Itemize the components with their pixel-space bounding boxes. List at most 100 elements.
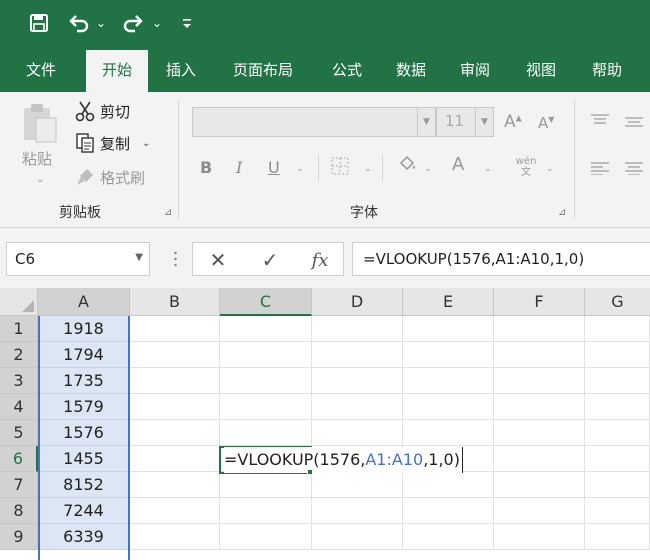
align-center-icon[interactable] (624, 160, 644, 179)
cell[interactable] (403, 524, 494, 550)
cell[interactable] (585, 342, 650, 368)
cell[interactable] (312, 498, 403, 524)
cell[interactable] (585, 368, 650, 394)
cell[interactable] (403, 394, 494, 420)
tab-formulas[interactable]: 公式 (316, 48, 378, 92)
cell[interactable] (403, 342, 494, 368)
copy-button[interactable]: 复制 ⌄ (74, 132, 150, 154)
row-header[interactable]: 7 (0, 472, 38, 498)
cell[interactable] (220, 316, 312, 342)
cell[interactable] (494, 316, 585, 342)
cell[interactable] (312, 524, 403, 550)
align-middle-icon[interactable] (624, 114, 644, 133)
select-all-button[interactable] (0, 288, 38, 316)
tab-insert[interactable]: 插入 (150, 48, 212, 92)
cell[interactable] (403, 368, 494, 394)
cell[interactable] (494, 342, 585, 368)
cell[interactable] (130, 472, 220, 498)
cell[interactable] (585, 316, 650, 342)
cell[interactable] (130, 420, 220, 446)
cell-a-value[interactable]: 1794 (38, 342, 130, 368)
cell-editor[interactable]: =VLOOKUP(1576,A1:A10,1,0) (224, 447, 463, 473)
redo-icon[interactable] (120, 8, 146, 38)
align-top-icon[interactable] (590, 112, 610, 131)
cell[interactable] (312, 342, 403, 368)
cell[interactable] (403, 472, 494, 498)
cell[interactable] (312, 472, 403, 498)
cell[interactable] (220, 368, 312, 394)
fill-color-dropdown-icon[interactable]: ⌄ (424, 164, 432, 174)
cell-a-value[interactable]: 1579 (38, 394, 130, 420)
cell-a-value[interactable]: 1576 (38, 420, 130, 446)
row-header[interactable]: 5 (0, 420, 38, 446)
row-header[interactable]: 9 (0, 524, 38, 550)
undo-icon[interactable] (66, 8, 92, 38)
row-header[interactable]: 8 (0, 498, 38, 524)
font-size-combo[interactable]: 11 ▼ (436, 107, 494, 137)
cell[interactable] (585, 472, 650, 498)
redo-dropdown-icon[interactable]: ⌄ (150, 8, 164, 38)
cell[interactable] (585, 498, 650, 524)
row-header[interactable]: 1 (0, 316, 38, 342)
italic-button[interactable]: I (236, 158, 242, 177)
cell[interactable] (130, 394, 220, 420)
tab-file[interactable]: 文件 (10, 48, 72, 92)
cell[interactable] (220, 524, 312, 550)
paste-icon[interactable] (20, 102, 60, 150)
font-name-dropdown-icon[interactable]: ▼ (417, 108, 435, 136)
column-header-g[interactable]: G (585, 288, 650, 316)
paste-label[interactable]: 粘贴 (22, 148, 52, 169)
cell[interactable] (494, 368, 585, 394)
cell[interactable] (494, 472, 585, 498)
tab-view[interactable]: 视图 (510, 48, 572, 92)
phonetic-guide-button[interactable]: wén 文 (514, 156, 538, 178)
cell[interactable] (494, 498, 585, 524)
cell-a-value[interactable]: 7244 (38, 498, 130, 524)
name-box-dropdown-icon[interactable]: ▼ (135, 252, 143, 263)
fill-color-icon[interactable] (396, 154, 418, 180)
cell[interactable] (312, 368, 403, 394)
cell[interactable] (130, 342, 220, 368)
column-header-c[interactable]: C (220, 288, 312, 316)
row-header[interactable]: 4 (0, 394, 38, 420)
name-box[interactable]: C6 ▼ (6, 242, 150, 276)
clipboard-launcher-icon[interactable]: ⊿ (164, 207, 172, 218)
row-header[interactable]: 6 (0, 446, 38, 472)
bold-button[interactable]: B (200, 158, 212, 177)
font-launcher-icon[interactable]: ⊿ (558, 207, 566, 218)
cell[interactable] (220, 342, 312, 368)
column-header-b[interactable]: B (130, 288, 220, 316)
cell-a-value[interactable]: 1918 (38, 316, 130, 342)
customize-icon[interactable] (178, 8, 196, 38)
cell[interactable] (403, 316, 494, 342)
cell[interactable] (130, 498, 220, 524)
cell[interactable] (312, 420, 403, 446)
font-size-dropdown-icon[interactable]: ▼ (475, 108, 493, 136)
cell[interactable] (585, 524, 650, 550)
enter-button[interactable]: ✓ (255, 247, 285, 273)
cell[interactable] (312, 316, 403, 342)
cell[interactable] (130, 446, 220, 472)
paste-dropdown-icon[interactable]: ⌄ (36, 174, 44, 185)
tab-page-layout[interactable]: 页面布局 (222, 48, 304, 92)
copy-dropdown-icon[interactable]: ⌄ (142, 138, 150, 149)
formula-bar-grip[interactable] (174, 250, 177, 268)
fill-handle[interactable] (307, 469, 313, 475)
cell[interactable] (130, 524, 220, 550)
cell[interactable] (585, 420, 650, 446)
save-icon[interactable] (26, 8, 52, 38)
cut-button[interactable]: 剪切 (74, 100, 130, 122)
formula-input[interactable]: =VLOOKUP(1576,A1:A10,1,0) (352, 242, 650, 276)
insert-function-button[interactable]: fx (305, 247, 335, 273)
cancel-button[interactable]: ✕ (203, 247, 233, 273)
undo-dropdown-icon[interactable]: ⌄ (94, 8, 108, 38)
cell-a-value[interactable]: 8152 (38, 472, 130, 498)
align-left-icon[interactable] (590, 160, 610, 179)
cell[interactable] (220, 498, 312, 524)
cell[interactable] (494, 420, 585, 446)
font-name-combo[interactable]: ▼ (192, 107, 436, 137)
cell[interactable] (220, 420, 312, 446)
cell[interactable] (220, 394, 312, 420)
phonetic-dropdown-icon[interactable]: ⌄ (546, 164, 554, 174)
row-header[interactable]: 2 (0, 342, 38, 368)
